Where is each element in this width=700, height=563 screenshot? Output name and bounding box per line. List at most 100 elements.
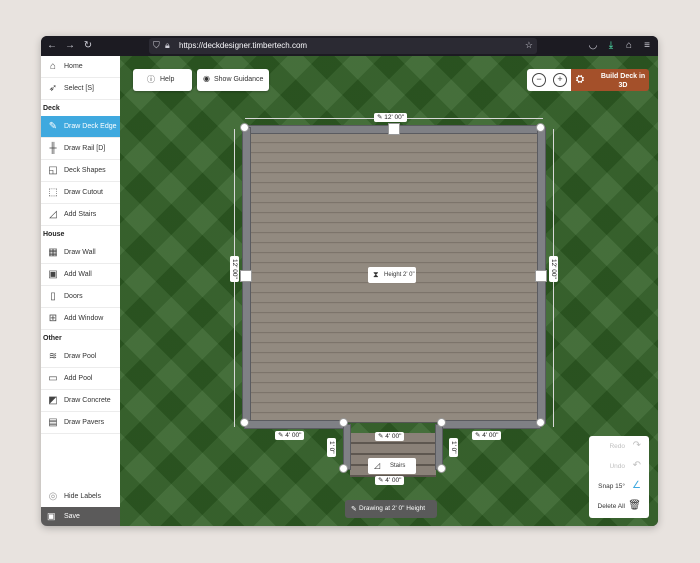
- dimension-value: 4' 00": [285, 432, 301, 439]
- dimension-bottom-right[interactable]: ✎ 4' 00": [472, 431, 501, 440]
- corner-handle[interactable]: [339, 418, 348, 427]
- design-canvas[interactable]: ⓘ Help ◉ Show Guidance − + ⛭ Build Deck …: [120, 56, 658, 526]
- forward-arrow-icon[interactable]: →: [63, 39, 77, 53]
- zoom-in-icon[interactable]: +: [553, 73, 567, 87]
- stairs-icon: ◿: [374, 461, 380, 470]
- download-icon[interactable]: ⤓: [604, 39, 618, 53]
- dimension-value: 12' 00": [231, 259, 238, 279]
- pocket-icon[interactable]: ◡: [586, 39, 600, 53]
- pavers-icon: ▤: [47, 417, 59, 429]
- menu-icon[interactable]: ≡: [640, 39, 654, 53]
- corner-handle[interactable]: [536, 123, 545, 132]
- ruler-icon: ✎: [378, 477, 383, 484]
- status-text: Drawing at 2' 0" Height: [359, 505, 425, 512]
- dimension-stairs-right[interactable]: 1' 0": [449, 438, 458, 457]
- undo-icon: ↶: [633, 460, 641, 471]
- sidebar-item-label: Add Wall: [64, 271, 92, 278]
- sidebar-item-draw-cutout[interactable]: ⬚ Draw Cutout: [41, 182, 120, 204]
- undo-button[interactable]: Undo ↶: [589, 456, 649, 476]
- redo-icon: ↷: [633, 440, 641, 451]
- corner-handle[interactable]: [339, 464, 348, 473]
- deck-designer-app: ⌂ Home ➶ Select [S] Deck ✎ Draw Deck Edg…: [41, 56, 658, 526]
- dimension-left[interactable]: 12' 00": [230, 256, 239, 282]
- add-wall-icon: ▣: [47, 269, 59, 281]
- dimension-stairs-top[interactable]: ✎ 4' 00": [375, 432, 404, 441]
- zoom-out-icon[interactable]: −: [532, 73, 546, 87]
- height-value: Height 2' 0": [384, 272, 415, 278]
- home-icon: ⌂: [47, 61, 59, 73]
- corner-handle[interactable]: [437, 464, 446, 473]
- sidebar-item-draw-rail[interactable]: ╫ Draw Rail [D]: [41, 138, 120, 160]
- sidebar-item-draw-pavers[interactable]: ▤ Draw Pavers: [41, 412, 120, 434]
- add-pool-icon: ▭: [47, 373, 59, 385]
- sidebar-item-add-stairs[interactable]: ◿ Add Stairs: [41, 204, 120, 226]
- corner-handle[interactable]: [536, 418, 545, 427]
- back-arrow-icon[interactable]: ←: [45, 39, 59, 53]
- midpoint-handle[interactable]: [240, 270, 252, 282]
- sidebar-item-add-pool[interactable]: ▭ Add Pool: [41, 368, 120, 390]
- help-button[interactable]: ⓘ Help: [133, 69, 192, 91]
- sidebar-item-deck-shapes[interactable]: ◱ Deck Shapes: [41, 160, 120, 182]
- section-title-house: House: [43, 231, 64, 238]
- dimension-bottom-left[interactable]: ✎ 4' 00": [275, 431, 304, 440]
- sidebar-item-add-wall[interactable]: ▣ Add Wall: [41, 264, 120, 286]
- sidebar-item-add-window[interactable]: ⊞ Add Window: [41, 308, 120, 330]
- dimension-top[interactable]: ✎ 12' 00": [374, 113, 407, 122]
- hide-labels-button[interactable]: ◎ Hide Labels: [41, 486, 120, 508]
- sidebar-item-label: Draw Wall: [64, 249, 96, 256]
- dimension-stairs-bottom[interactable]: ✎ 4' 00": [375, 476, 404, 485]
- dimension-stairs-left[interactable]: 1' 0": [327, 438, 336, 457]
- sidebar-item-draw-wall[interactable]: ▦ Draw Wall: [41, 242, 120, 264]
- sidebar-item-draw-deck-edge[interactable]: ✎ Draw Deck Edge: [41, 116, 120, 138]
- snap-toggle[interactable]: Snap 15° ∠: [589, 476, 649, 496]
- pool-icon: ≋: [47, 351, 59, 363]
- hourglass-icon: ⧗: [373, 270, 379, 280]
- window-icon: ⊞: [47, 313, 59, 325]
- show-guidance-button[interactable]: ◉ Show Guidance: [197, 69, 269, 91]
- sidebar-item-select[interactable]: ➶ Select [S]: [41, 78, 120, 100]
- sidebar-item-label: Select [S]: [64, 85, 94, 92]
- question-circle-icon: ⓘ: [147, 74, 155, 85]
- reload-icon[interactable]: ↻: [81, 39, 95, 53]
- height-label[interactable]: ⧗ Height 2' 0": [368, 267, 416, 283]
- sidebar-item-label: Add Stairs: [64, 211, 96, 218]
- redo-button[interactable]: Redo ↷: [589, 436, 649, 456]
- build-3d-button[interactable]: ⛭ Build Deck in 3D: [571, 69, 649, 91]
- sidebar-item-label: Home: [64, 63, 83, 70]
- address-bar[interactable]: ⛉ 🔒︎ https://deckdesigner.timbertech.com…: [149, 38, 537, 54]
- eye-icon: ◉: [203, 74, 210, 83]
- sidebar-item-label: Draw Pavers: [64, 419, 104, 426]
- section-title-other: Other: [43, 335, 62, 342]
- dimension-value: 4' 00": [482, 432, 498, 439]
- rail-bottom-right[interactable]: [442, 420, 541, 429]
- sidebar-item-draw-concrete[interactable]: ◩ Draw Concrete: [41, 390, 120, 412]
- extensions-icon[interactable]: ⌂: [622, 39, 636, 53]
- floppy-icon: ▣: [47, 511, 56, 522]
- sidebar-item-draw-pool[interactable]: ≋ Draw Pool: [41, 346, 120, 368]
- dimension-right[interactable]: 12' 00": [549, 256, 558, 282]
- sidebar-item-label: Draw Pool: [64, 353, 96, 360]
- save-button[interactable]: ▣ Save: [41, 507, 120, 526]
- rail-bottom-left[interactable]: [244, 420, 344, 429]
- sidebar-item-doors[interactable]: ▯ Doors: [41, 286, 120, 308]
- trash-icon: 🗑︎: [628, 500, 641, 511]
- drawing-height-status: ✎ Drawing at 2' 0" Height: [345, 500, 437, 518]
- sidebar-item-home[interactable]: ⌂ Home: [41, 56, 120, 78]
- redo-label: Redo: [609, 443, 625, 450]
- ruler-icon: ✎: [377, 114, 382, 121]
- corner-handle[interactable]: [437, 418, 446, 427]
- sidebar-item-label: Draw Deck Edge: [64, 123, 117, 130]
- wall-icon: ▦: [47, 247, 59, 259]
- delete-all-button[interactable]: Delete All 🗑︎: [589, 496, 649, 516]
- snap-label: Snap 15°: [598, 483, 625, 490]
- midpoint-handle[interactable]: [535, 270, 547, 282]
- corner-handle[interactable]: [240, 418, 249, 427]
- midpoint-handle[interactable]: [388, 123, 400, 135]
- cutout-icon: ⬚: [47, 187, 59, 199]
- delete-all-label: Delete All: [598, 503, 625, 510]
- show-guidance-label: Show Guidance: [214, 76, 263, 83]
- dimension-value: 4' 00": [385, 477, 401, 484]
- corner-handle[interactable]: [240, 123, 249, 132]
- stairs-label[interactable]: ◿ Stairs: [368, 458, 416, 474]
- bookmark-star-icon[interactable]: ☆: [525, 40, 533, 51]
